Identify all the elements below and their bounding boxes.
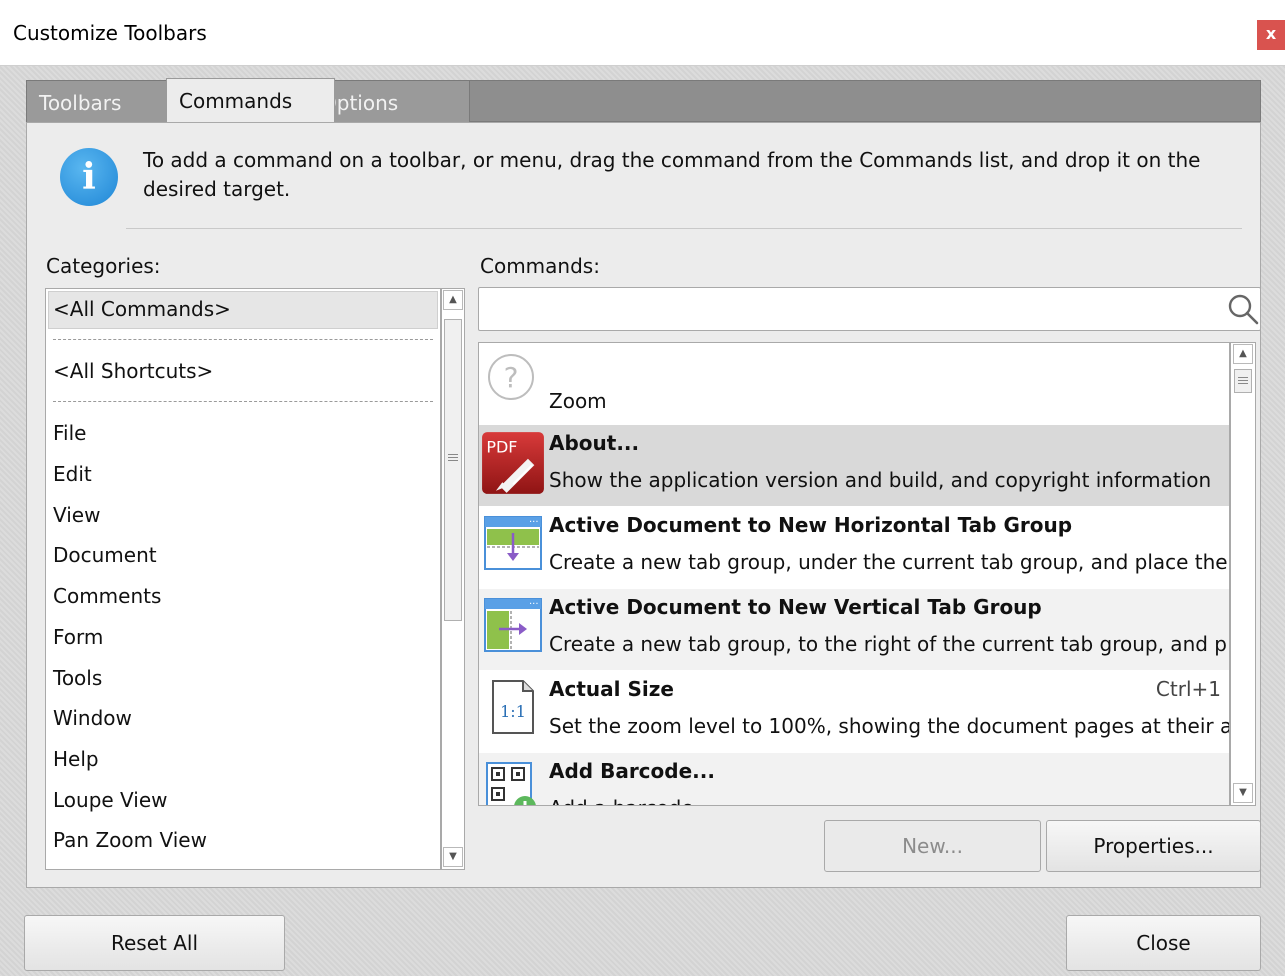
scrollbar-thumb[interactable] — [444, 319, 462, 621]
command-shortcut: Ctrl+1 — [1155, 677, 1221, 701]
command-title: Actual Size — [549, 677, 674, 701]
svg-text:?: ? — [504, 361, 519, 394]
categories-scrollbar[interactable]: ▲ ▼ — [441, 288, 465, 870]
commands-label: Commands: — [480, 254, 600, 278]
grip-line — [448, 457, 458, 458]
add-barcode-icon — [486, 762, 536, 805]
command-row-add-barcode[interactable]: Add Barcode... Add a barcode — [479, 753, 1229, 805]
divider — [126, 228, 1242, 229]
command-title: Active Document to New Vertical Tab Grou… — [549, 595, 1042, 619]
command-row-horizontal-tab-group[interactable]: ··· Active Document to New Horizontal Ta… — [479, 507, 1229, 588]
command-search-box[interactable] — [478, 287, 1261, 331]
command-description: Zoom — [549, 389, 607, 413]
category-help[interactable]: Help — [53, 747, 99, 771]
divider — [53, 339, 433, 340]
tab-toolbars[interactable]: Toolbars — [27, 81, 182, 123]
command-row-actual-size[interactable]: 1:1 Actual Size Ctrl+1 Set the zoom leve… — [479, 671, 1229, 752]
window-title: Customize Toolbars — [13, 21, 207, 45]
search-icon[interactable] — [1225, 291, 1261, 327]
tab-commands[interactable]: Commands — [166, 78, 335, 125]
category-all-shortcuts[interactable]: <All Shortcuts> — [53, 359, 213, 383]
commands-list[interactable]: ? Zoom PDF About... Show the application… — [478, 342, 1230, 806]
svg-text:PDF: PDF — [486, 437, 517, 456]
commands-scrollbar[interactable]: ▲ ▼ — [1230, 342, 1256, 806]
vertical-tab-group-icon: ··· — [484, 598, 542, 652]
svg-text:1:1: 1:1 — [500, 702, 526, 721]
command-title: Add Barcode... — [549, 759, 715, 783]
category-window[interactable]: Window — [53, 706, 132, 730]
command-description: Add a barcode — [549, 796, 694, 805]
grip-line — [1238, 383, 1248, 384]
svg-text:···: ··· — [529, 517, 539, 528]
category-tools[interactable]: Tools — [53, 666, 102, 690]
grip-line — [1238, 377, 1248, 378]
command-description: Create a new tab group, under the curren… — [549, 550, 1228, 574]
grip-line — [448, 460, 458, 461]
category-loupe-view[interactable]: Loupe View — [53, 788, 168, 812]
command-title: About... — [549, 431, 640, 455]
properties-button[interactable]: Properties... — [1046, 820, 1261, 872]
info-icon: i — [60, 148, 118, 206]
scroll-up-arrow-icon[interactable]: ▲ — [443, 290, 463, 310]
actual-size-icon: 1:1 — [492, 680, 534, 734]
category-edit[interactable]: Edit — [53, 462, 92, 486]
command-row-about[interactable]: PDF About... Show the application versio… — [479, 425, 1229, 506]
command-row-zoom[interactable]: ? Zoom — [479, 343, 1229, 424]
window-close-button[interactable]: x — [1257, 20, 1285, 50]
category-document[interactable]: Document — [53, 543, 157, 567]
scroll-down-arrow-icon[interactable]: ▼ — [1233, 783, 1253, 803]
categories-label: Categories: — [46, 254, 161, 278]
command-description: Set the zoom level to 100%, showing the … — [549, 714, 1230, 738]
grip-line — [448, 454, 458, 455]
pdf-logo-icon: PDF — [482, 432, 544, 494]
info-message: To add a command on a toolbar, or menu, … — [143, 148, 1201, 201]
scroll-down-arrow-icon[interactable]: ▼ — [443, 847, 463, 867]
new-button[interactable]: New... — [824, 820, 1041, 872]
divider — [53, 401, 433, 402]
tab-strip: Toolbars Options Commands — [26, 78, 1261, 125]
command-description: Show the application version and build, … — [549, 468, 1212, 492]
command-search-input[interactable] — [479, 288, 1209, 330]
command-description: Create a new tab group, to the right of … — [549, 632, 1227, 656]
scrollbar-thumb[interactable] — [1234, 369, 1252, 393]
svg-text:···: ··· — [529, 599, 539, 610]
category-form[interactable]: Form — [53, 625, 103, 649]
category-file[interactable]: File — [53, 421, 86, 445]
command-row-vertical-tab-group[interactable]: ··· Active Document to New Vertical Tab … — [479, 589, 1229, 670]
command-title: Active Document to New Horizontal Tab Gr… — [549, 513, 1073, 537]
close-button[interactable]: Close — [1066, 915, 1261, 971]
category-all-commands[interactable]: <All Commands> — [53, 297, 231, 321]
category-comments[interactable]: Comments — [53, 584, 161, 608]
categories-list[interactable]: <All Commands> <All Shortcuts> File Edit… — [45, 288, 441, 870]
horizontal-tab-group-icon: ··· — [484, 516, 542, 570]
scroll-up-arrow-icon[interactable]: ▲ — [1233, 344, 1253, 364]
reset-all-button[interactable]: Reset All — [24, 915, 285, 971]
category-pan-zoom-view[interactable]: Pan Zoom View — [53, 828, 207, 852]
grip-line — [1238, 380, 1248, 381]
category-view[interactable]: View — [53, 503, 100, 527]
help-circle-icon: ? — [488, 354, 534, 400]
